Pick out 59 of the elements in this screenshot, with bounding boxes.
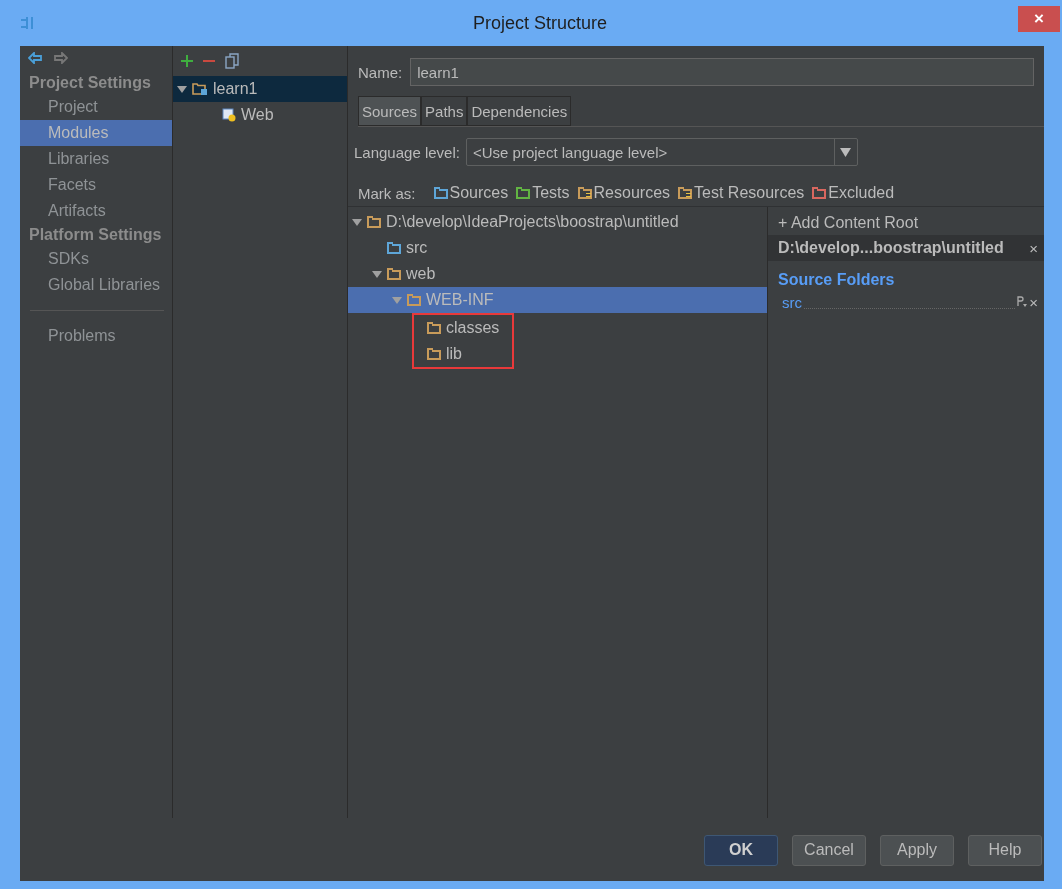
forward-arrow-icon[interactable] <box>54 52 68 64</box>
sidebar-item[interactable]: SDKs <box>20 246 172 272</box>
tree-item[interactable]: Web <box>173 102 347 128</box>
sidebar-item[interactable]: Project <box>20 94 172 120</box>
folder-icon <box>387 268 401 280</box>
content-root-path: D:\develop...boostrap\untitled <box>778 239 1005 257</box>
tab[interactable]: Sources <box>358 96 422 126</box>
tree-item[interactable]: web <box>348 261 767 287</box>
name-field[interactable]: learn1 <box>410 58 1034 86</box>
sidebar-item[interactable]: Facets <box>20 172 172 198</box>
mark-as-option[interactable]: Test Resources <box>674 184 809 202</box>
section-heading: Platform Settings <box>28 225 163 245</box>
app-logo-icon <box>20 16 36 30</box>
folder-icon <box>427 322 441 334</box>
tree-item[interactable]: src <box>348 235 767 261</box>
sidebar-item[interactable]: Problems <box>20 323 172 349</box>
folder-icon <box>427 348 441 360</box>
mark-as-option[interactable]: Excluded <box>808 184 899 202</box>
copy-icon[interactable] <box>225 53 239 69</box>
tree-item[interactable]: classes <box>348 315 512 341</box>
dialog-button[interactable]: OK <box>704 834 778 866</box>
dialog-button[interactable]: Cancel <box>792 834 866 866</box>
expanded-arrow-icon[interactable] <box>177 84 187 94</box>
close-button[interactable]: × <box>1018 6 1060 32</box>
tree-item[interactable]: lib <box>348 341 512 367</box>
sidebar-item[interactable]: Artifacts <box>20 198 172 224</box>
add-icon[interactable] <box>181 55 193 67</box>
remove-folder-button[interactable]: × <box>1027 293 1040 311</box>
dialog-button[interactable]: Help <box>968 834 1042 866</box>
source-folder-name[interactable]: src <box>782 293 802 311</box>
mark-as-option[interactable]: Tests <box>512 184 574 202</box>
tab[interactable]: Dependencies <box>467 96 572 126</box>
remove-root-button[interactable]: × <box>1027 239 1040 257</box>
tree-item[interactable]: D:\develop\IdeaProjects\boostrap\untitled <box>348 209 767 235</box>
mark-as-label: Mark as: <box>358 184 416 202</box>
folder-icon <box>367 216 381 228</box>
dialog-button[interactable]: Apply <box>880 834 954 866</box>
tree-item[interactable]: learn1 <box>173 76 347 102</box>
web-facet-icon <box>222 108 236 122</box>
source-folders-heading: Source Folders <box>777 270 896 290</box>
mark-as-option[interactable]: Sources <box>429 184 513 202</box>
source-folder-icon <box>387 242 401 254</box>
folder-icon <box>407 294 421 306</box>
language-level-dropdown[interactable]: <Use project language level> <box>465 138 858 166</box>
section-heading: Project Settings <box>28 73 152 93</box>
expanded-arrow-icon[interactable] <box>372 269 382 279</box>
back-arrow-icon[interactable] <box>28 52 42 64</box>
expanded-arrow-icon[interactable] <box>352 217 362 227</box>
properties-icon[interactable] <box>1017 296 1028 308</box>
window-title: Project Structure <box>472 12 608 34</box>
sidebar-item[interactable]: Global Libraries <box>20 272 172 298</box>
sidebar-item[interactable]: Libraries <box>20 146 172 172</box>
mark-as-option[interactable]: Resources <box>573 184 675 202</box>
language-level-label: Language level: <box>354 143 460 161</box>
add-content-root-link[interactable]: + Add Content Root <box>768 211 929 235</box>
tab[interactable]: Paths <box>421 96 468 126</box>
name-label: Name: <box>358 63 403 81</box>
module-folder-icon <box>192 82 208 96</box>
dropdown-arrow-icon <box>840 147 852 157</box>
